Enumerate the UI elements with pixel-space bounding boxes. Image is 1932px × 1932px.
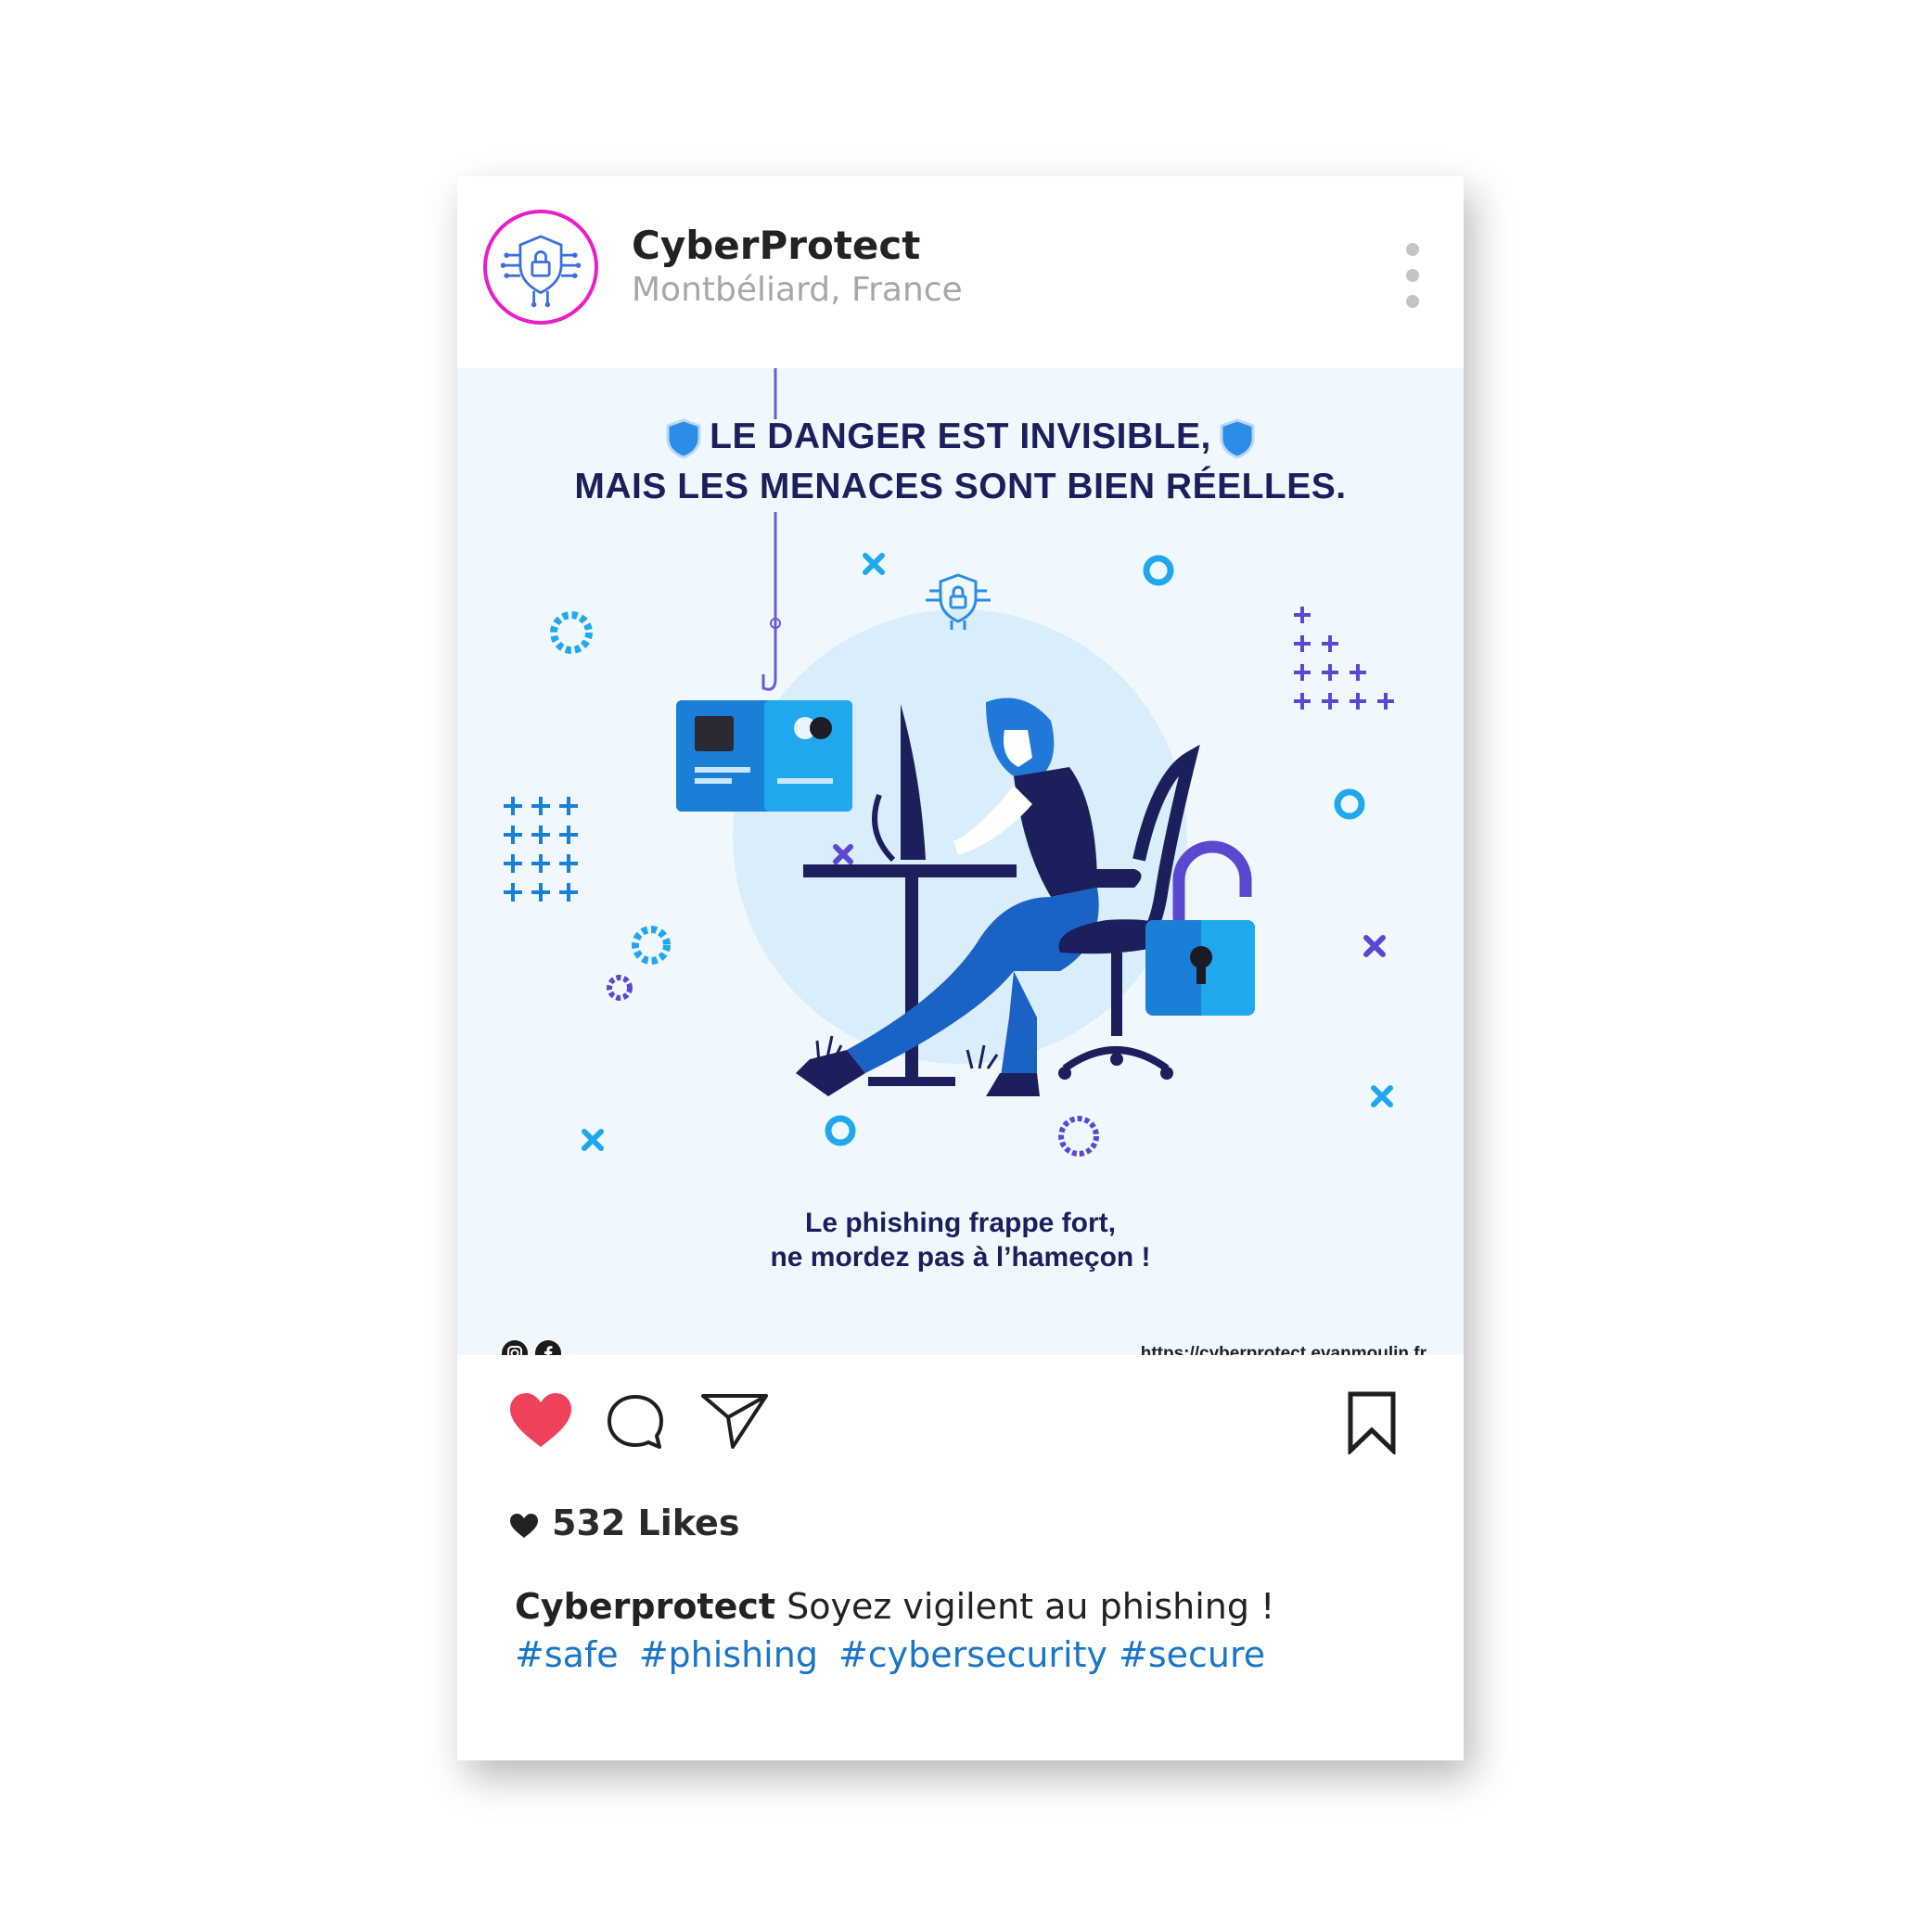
hashtag[interactable]: #secure <box>1119 1634 1265 1675</box>
tagline-line-1: Le phishing frappe fort, <box>805 1208 1116 1238</box>
share-icon[interactable] <box>700 1391 769 1451</box>
post-image[interactable]: LE DANGER EST INVISIBLE, MAIS LES MENACE… <box>457 368 1464 1355</box>
post-location[interactable]: Montbéliard, France <box>632 271 963 309</box>
bookmark-icon[interactable] <box>1346 1391 1398 1454</box>
hashtag[interactable]: #cybersecurity <box>838 1634 1107 1675</box>
post-header: CyberProtect Montbéliard, France <box>457 176 1464 366</box>
post-actions <box>457 1391 1464 1465</box>
account-avatar[interactable] <box>483 210 598 325</box>
hashtag[interactable]: #phishing <box>639 1634 818 1675</box>
likes-text: 532 Likes <box>552 1503 740 1543</box>
small-heart-icon <box>510 1513 538 1538</box>
hashtag[interactable]: #safe <box>515 1634 619 1675</box>
heart-icon[interactable] <box>508 1391 573 1451</box>
caption-username[interactable]: Cyberprotect <box>515 1586 775 1627</box>
likes-count[interactable]: 532 Likes <box>509 1503 739 1543</box>
website-url[interactable]: https://cyberprotect.evanmoulin.fr <box>1141 1344 1427 1355</box>
comment-icon[interactable] <box>606 1393 665 1452</box>
post-card: CyberProtect Montbéliard, France LE DANG… <box>457 176 1464 1760</box>
hashtag-list: #safe #phishing #cybersecurity #secure <box>515 1634 1286 1675</box>
caption: Cyberprotect Soyez vigilent au phishing … <box>515 1586 1274 1627</box>
instagram-icon[interactable] <box>502 1340 528 1355</box>
tagline-line-2: ne mordez pas à l’hameçon ! <box>770 1242 1151 1273</box>
account-name[interactable]: CyberProtect <box>632 223 920 268</box>
more-options-icon[interactable] <box>1399 243 1427 308</box>
shield-circuit-logo-icon <box>500 235 582 308</box>
facebook-icon[interactable] <box>535 1340 561 1355</box>
caption-text: Soyez vigilent au phishing ! <box>775 1586 1275 1627</box>
